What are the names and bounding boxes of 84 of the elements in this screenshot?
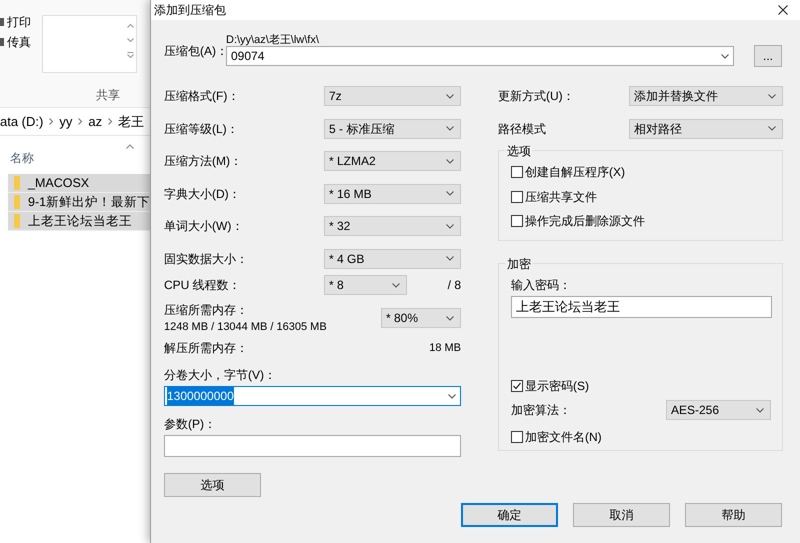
caret-icon xyxy=(392,282,400,288)
chevron-right-icon xyxy=(108,118,112,125)
dropdown[interactable]: AES-256 xyxy=(666,400,771,420)
caret-icon xyxy=(768,94,776,99)
dialog-button[interactable]: 帮助 xyxy=(685,503,782,527)
window-title: 添加到压缩包 xyxy=(154,2,226,19)
checkbox[interactable]: 加密文件名(N) xyxy=(511,429,770,445)
volume-size-combobox[interactable]: 1300000000 xyxy=(164,386,461,406)
breadcrumb-item[interactable]: yy xyxy=(59,112,72,132)
ribbon-group-label: 共享 xyxy=(96,87,120,104)
dropdown[interactable]: 5 - 标准压缩 xyxy=(324,118,461,139)
archive-path: D:\yy\az\老王\lw\fx\ xyxy=(226,34,319,46)
field-label: 压缩包(A)： xyxy=(164,44,226,60)
caret-icon xyxy=(446,158,454,164)
archive-name-field[interactable]: 09074 xyxy=(226,46,734,66)
dropdown[interactable]: * 16 MB xyxy=(324,184,461,204)
field-label: 压缩等级(L)： xyxy=(164,120,240,138)
dropdown[interactable]: 7z xyxy=(324,86,461,106)
file-name: 9-1新鲜出炉！最新下 xyxy=(28,194,150,211)
caret-icon xyxy=(446,126,454,132)
file-name: 上老王论坛当老王 xyxy=(28,212,132,230)
ribbon-button[interactable]: 打印 xyxy=(7,13,31,31)
group-title: 选项 xyxy=(505,142,533,160)
field-label: 固实数据大小： xyxy=(164,250,249,268)
folder-icon xyxy=(14,195,20,209)
checkmark-icon xyxy=(512,381,522,391)
dropdown[interactable]: 相对路径 xyxy=(629,118,783,139)
field-label: 分卷大小，字节(V)： xyxy=(164,368,276,382)
field-label: 解压所需内存： xyxy=(164,340,248,357)
field-label: 压缩方法(M)： xyxy=(164,153,243,170)
checkbox[interactable]: 压缩共享文件 xyxy=(511,188,782,204)
more-icon xyxy=(126,52,134,58)
chevron-right-icon xyxy=(78,118,82,125)
field-label: 压缩所需内存： xyxy=(164,302,249,319)
field-label: 单词大小(W)： xyxy=(164,218,244,236)
dropdown[interactable]: * LZMA2 xyxy=(324,151,461,172)
field-label: CPU 线程数： xyxy=(164,277,242,294)
memory-usage: 1248 MB / 13044 MB / 16305 MB xyxy=(164,320,327,335)
folder-icon xyxy=(14,214,20,228)
field-label: 加密算法： xyxy=(511,402,571,419)
caret-icon xyxy=(768,126,776,132)
sort-icon xyxy=(126,144,134,149)
password-field[interactable]: 上老王论坛当老王 xyxy=(511,296,772,318)
breadcrumb-item[interactable]: 老王 xyxy=(118,112,144,132)
caret-icon xyxy=(721,54,729,58)
checkbox[interactable]: 创建自解压程序(X) xyxy=(511,164,782,180)
scroll-down-icon xyxy=(126,38,134,42)
caret-icon xyxy=(446,94,454,99)
field-label: 字典大小(D)： xyxy=(164,186,242,203)
caret-icon xyxy=(446,256,454,262)
close-icon[interactable] xyxy=(778,5,788,15)
dropdown[interactable]: * 32 xyxy=(324,216,461,236)
checkbox[interactable]: 显示密码(S) xyxy=(511,378,770,394)
caret-icon xyxy=(756,408,764,412)
dropdown[interactable]: * 8 xyxy=(324,275,407,295)
caret-icon xyxy=(446,316,454,320)
file-name: _MACOSX xyxy=(28,174,90,192)
chevron-right-icon xyxy=(49,118,54,125)
field-label: 输入密码： xyxy=(511,278,571,292)
column-header[interactable]: 名称 xyxy=(10,149,34,167)
breadcrumb-item[interactable]: az xyxy=(88,112,102,132)
field-label: 路径模式 xyxy=(498,120,547,138)
breadcrumb-item[interactable]: ata (D:) xyxy=(0,112,44,132)
ribbon-button[interactable]: 传真 xyxy=(7,33,31,51)
scroll-up-icon xyxy=(126,24,134,28)
dialog-button[interactable]: 取消 xyxy=(573,503,670,527)
checkbox[interactable]: 操作完成后删除源文件 xyxy=(511,213,782,229)
parameters-field[interactable] xyxy=(164,435,461,457)
browse-button[interactable]: ... xyxy=(754,45,782,67)
field-label: 参数(P)： xyxy=(164,417,216,431)
caret-icon xyxy=(446,224,454,229)
thread-max: / 8 xyxy=(448,277,461,294)
dropdown[interactable]: * 4 GB xyxy=(324,248,461,269)
folder-icon xyxy=(14,176,20,190)
field-label: 压缩格式(F)： xyxy=(164,88,240,106)
dropdown[interactable]: * 80% xyxy=(381,308,461,328)
field-label: 更新方式(U)： xyxy=(498,88,576,106)
dialog-button[interactable]: 确定 xyxy=(461,503,558,527)
memory-value: 18 MB xyxy=(429,340,461,356)
share-list[interactable] xyxy=(42,15,137,73)
caret-icon xyxy=(446,191,454,196)
options-button[interactable]: 选项 xyxy=(164,473,261,497)
dropdown[interactable]: 添加并替换文件 xyxy=(629,86,783,106)
caret-icon xyxy=(448,394,456,398)
